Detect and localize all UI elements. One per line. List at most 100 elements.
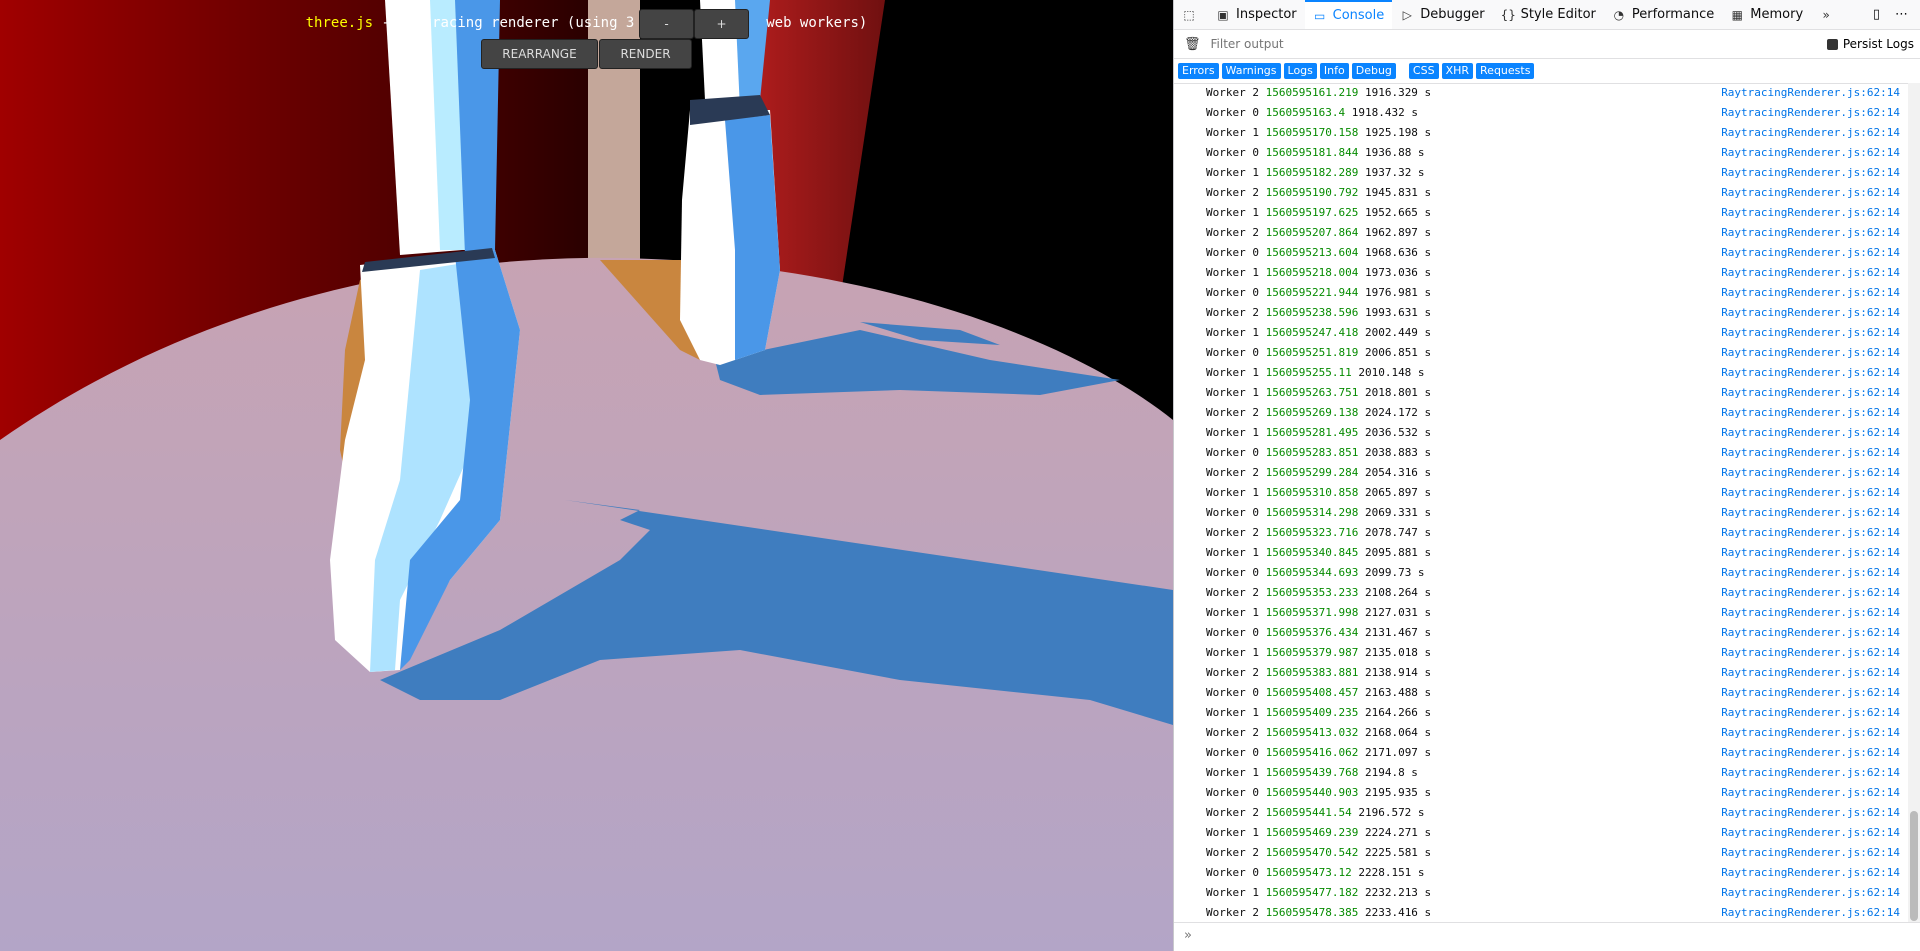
timestamp: 1560595190.792 [1265,186,1359,199]
tab-inspector[interactable]: ▣ Inspector [1208,0,1305,29]
tab-performance[interactable]: ◔ Performance [1604,0,1722,29]
dock-side-icon[interactable]: ▯ [1873,7,1880,22]
timestamp: 1560595379.987 [1265,646,1359,659]
message-text: Worker 2 1560595323.716 2078.747 s [1206,523,1431,543]
console-message: Worker 0 1560595376.434 2131.467 s Raytra… [1174,623,1906,643]
source-link[interactable]: RaytracingRenderer.js:62:14 [1721,583,1900,603]
increase-workers-button[interactable]: + [694,9,749,39]
source-link[interactable]: RaytracingRenderer.js:62:14 [1721,143,1900,163]
source-link[interactable]: RaytracingRenderer.js:62:14 [1721,843,1900,863]
source-link[interactable]: RaytracingRenderer.js:62:14 [1721,663,1900,683]
persist-logs-toggle[interactable]: Persist Logs [1826,37,1914,51]
more-tools-button[interactable]: » [1811,0,1841,29]
source-link[interactable]: RaytracingRenderer.js:62:14 [1721,103,1900,123]
message-text: Worker 1 1560595477.182 2232.213 s [1206,883,1431,903]
console-input-line[interactable]: » [1174,922,1920,951]
trash-icon[interactable]: 🗑 [1184,37,1201,52]
tab-memory[interactable]: ▦ Memory [1722,0,1811,29]
tab-style-editor[interactable]: {} Style Editor [1493,0,1604,29]
filter-debug[interactable]: Debug [1351,63,1396,79]
source-link[interactable]: RaytracingRenderer.js:62:14 [1721,463,1900,483]
source-link[interactable]: RaytracingRenderer.js:62:14 [1721,743,1900,763]
source-link[interactable]: RaytracingRenderer.js:62:14 [1721,883,1900,903]
source-link[interactable]: RaytracingRenderer.js:62:14 [1721,203,1900,223]
source-link[interactable]: RaytracingRenderer.js:62:14 [1721,403,1900,423]
source-link[interactable]: RaytracingRenderer.js:62:14 [1721,503,1900,523]
message-text: Worker 1 1560595197.625 1952.665 s [1206,203,1431,223]
element-picker-button[interactable]: ⬚ [1174,0,1208,29]
style-editor-icon: {} [1500,7,1516,22]
source-link[interactable]: RaytracingRenderer.js:62:14 [1721,723,1900,743]
message-text: Worker 1 1560595170.158 1925.198 s [1206,123,1431,143]
decrease-workers-button[interactable]: - [639,9,694,39]
worker-name: Worker 2 [1206,726,1259,739]
source-link[interactable]: RaytracingRenderer.js:62:14 [1721,363,1900,383]
tab-console[interactable]: ▭ Console [1304,0,1393,29]
source-link[interactable]: RaytracingRenderer.js:62:14 [1721,703,1900,723]
filter-errors[interactable]: Errors [1178,63,1219,79]
source-link[interactable]: RaytracingRenderer.js:62:14 [1721,303,1900,323]
source-link[interactable]: RaytracingRenderer.js:62:14 [1721,823,1900,843]
source-link[interactable]: RaytracingRenderer.js:62:14 [1721,183,1900,203]
tab-debugger[interactable]: ▷ Debugger [1392,0,1492,29]
timestamp: 1560595473.12 [1265,866,1352,879]
elapsed-time: 2006.851 s [1364,346,1432,359]
filter-css[interactable]: CSS [1408,63,1439,79]
filter-requests[interactable]: Requests [1476,63,1535,79]
filter-warnings[interactable]: Warnings [1221,63,1281,79]
source-link[interactable]: RaytracingRenderer.js:62:14 [1721,323,1900,343]
threejs-link[interactable]: three.js [306,15,373,31]
source-link[interactable]: RaytracingRenderer.js:62:14 [1721,803,1900,823]
source-link[interactable]: RaytracingRenderer.js:62:14 [1721,443,1900,463]
source-link[interactable]: RaytracingRenderer.js:62:14 [1721,243,1900,263]
options-menu-icon[interactable]: ⋯ [1895,7,1908,22]
rearrange-button[interactable]: REARRANGE [481,39,598,69]
source-link[interactable]: RaytracingRenderer.js:62:14 [1721,863,1900,883]
source-link[interactable]: RaytracingRenderer.js:62:14 [1721,783,1900,803]
source-link[interactable]: RaytracingRenderer.js:62:14 [1721,163,1900,183]
console-message: Worker 2 1560595238.596 1993.631 s Raytra… [1174,303,1906,323]
timestamp: 1560595383.881 [1265,666,1359,679]
source-link[interactable]: RaytracingRenderer.js:62:14 [1721,523,1900,543]
message-text: Worker 0 1560595181.844 1936.88 s [1206,143,1425,163]
source-link[interactable]: RaytracingRenderer.js:62:14 [1721,283,1900,303]
message-text: Worker 1 1560595310.858 2065.897 s [1206,483,1431,503]
worker-name: Worker 2 [1206,586,1259,599]
source-link[interactable]: RaytracingRenderer.js:62:14 [1721,643,1900,663]
filter-logs[interactable]: Logs [1283,63,1317,79]
source-link[interactable]: RaytracingRenderer.js:62:14 [1721,563,1900,583]
source-link[interactable]: RaytracingRenderer.js:62:14 [1721,603,1900,623]
source-link[interactable]: RaytracingRenderer.js:62:14 [1721,543,1900,563]
worker-name: Worker 1 [1206,166,1259,179]
source-link[interactable]: RaytracingRenderer.js:62:14 [1721,623,1900,643]
elapsed-time: 2127.031 s [1364,606,1432,619]
timestamp: 1560595439.768 [1265,766,1359,779]
source-link[interactable]: RaytracingRenderer.js:62:14 [1721,483,1900,503]
source-link[interactable]: RaytracingRenderer.js:62:14 [1721,423,1900,443]
elapsed-time: 1973.036 s [1364,266,1432,279]
filter-output-input[interactable] [1208,36,1763,52]
render-button[interactable]: RENDER [599,39,692,69]
message-text: Worker 1 1560595469.239 2224.271 s [1206,823,1431,843]
source-link[interactable]: RaytracingRenderer.js:62:14 [1721,83,1900,103]
message-text: Worker 0 1560595213.604 1968.636 s [1206,243,1431,263]
source-link[interactable]: RaytracingRenderer.js:62:14 [1721,903,1900,923]
filter-xhr[interactable]: XHR [1441,63,1474,79]
elapsed-time: 1925.198 s [1364,126,1432,139]
scrollbar-thumb[interactable] [1910,811,1918,921]
source-link[interactable]: RaytracingRenderer.js:62:14 [1721,343,1900,363]
source-link[interactable]: RaytracingRenderer.js:62:14 [1721,383,1900,403]
elapsed-time: 2194.8 s [1364,766,1418,779]
worker-name: Worker 1 [1206,266,1259,279]
filter-info[interactable]: Info [1319,63,1349,79]
source-link[interactable]: RaytracingRenderer.js:62:14 [1721,223,1900,243]
persist-logs-checkbox[interactable] [1826,38,1838,50]
timestamp: 1560595440.903 [1265,786,1359,799]
source-link[interactable]: RaytracingRenderer.js:62:14 [1721,123,1900,143]
elapsed-time: 2108.264 s [1364,586,1432,599]
source-link[interactable]: RaytracingRenderer.js:62:14 [1721,683,1900,703]
source-link[interactable]: RaytracingRenderer.js:62:14 [1721,763,1900,783]
console-scrollbar[interactable] [1908,83,1920,923]
render-viewport[interactable]: three.js - raytracing renderer (using 3 … [0,0,1173,951]
source-link[interactable]: RaytracingRenderer.js:62:14 [1721,263,1900,283]
